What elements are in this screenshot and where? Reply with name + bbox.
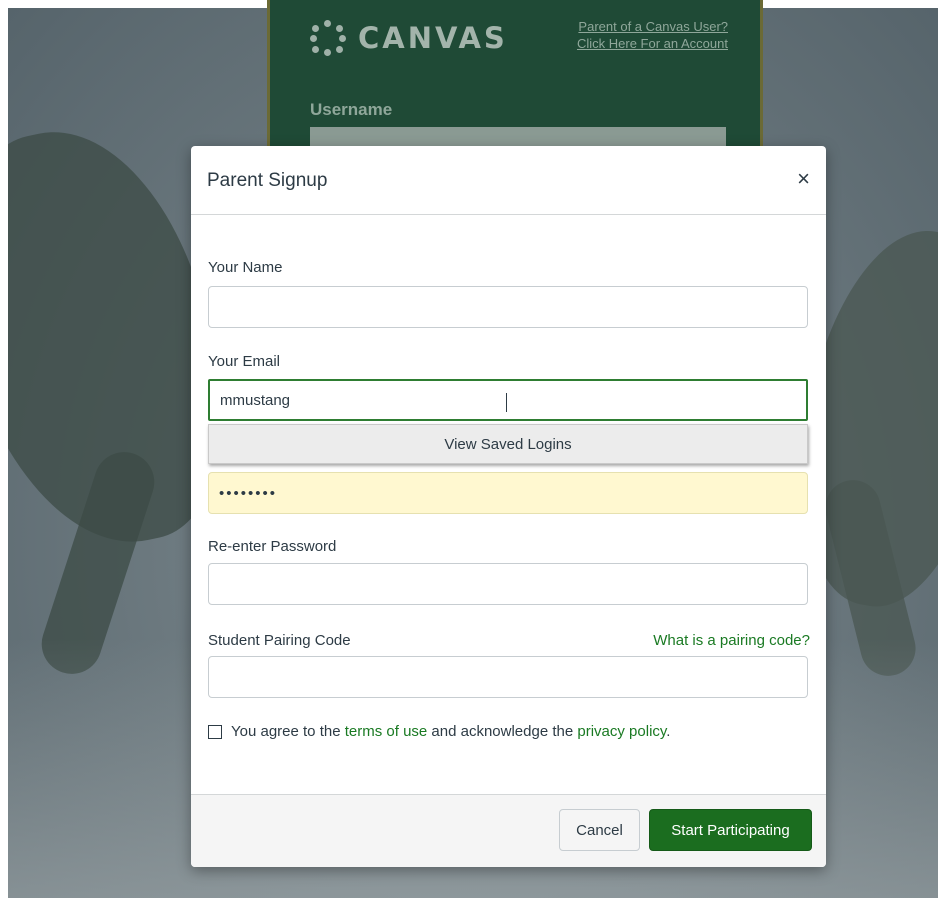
start-participating-button[interactable]: Start Participating xyxy=(649,809,812,851)
modal-overlay: Parent Signup × Your Name Your Email Vie… xyxy=(0,0,938,905)
name-field[interactable] xyxy=(208,286,808,328)
name-label: Your Name xyxy=(208,259,283,276)
agreement-prefix: You agree to the xyxy=(231,723,341,740)
agreement-middle: and acknowledge the xyxy=(431,723,574,740)
terms-of-use-link[interactable]: terms of use xyxy=(345,723,428,740)
text-cursor xyxy=(506,393,507,412)
email-label: Your Email xyxy=(208,353,280,370)
parent-signup-modal: Parent Signup × Your Name Your Email Vie… xyxy=(191,146,826,867)
close-icon[interactable]: × xyxy=(797,168,810,190)
pairing-code-help-link[interactable]: What is a pairing code? xyxy=(653,632,810,649)
modal-footer: Cancel Start Participating xyxy=(191,794,826,867)
password-field[interactable] xyxy=(208,472,808,514)
reenter-password-label: Re-enter Password xyxy=(208,538,337,555)
terms-agreement: You agree to the terms of use and acknow… xyxy=(208,723,670,740)
agree-checkbox[interactable] xyxy=(208,724,222,739)
agreement-suffix: . xyxy=(666,723,671,740)
modal-title: Parent Signup xyxy=(207,170,328,191)
view-saved-logins-option[interactable]: View Saved Logins xyxy=(208,424,808,464)
reenter-password-field[interactable] xyxy=(208,563,808,605)
pairing-code-field[interactable] xyxy=(208,656,808,698)
email-field[interactable] xyxy=(208,379,808,421)
pairing-code-label: Student Pairing Code xyxy=(208,632,351,649)
modal-header: Parent Signup × xyxy=(191,146,826,215)
privacy-policy-link[interactable]: privacy policy xyxy=(577,723,666,740)
agreement-text: You agree to the terms of use and acknow… xyxy=(231,723,670,740)
cancel-button[interactable]: Cancel xyxy=(559,809,640,851)
